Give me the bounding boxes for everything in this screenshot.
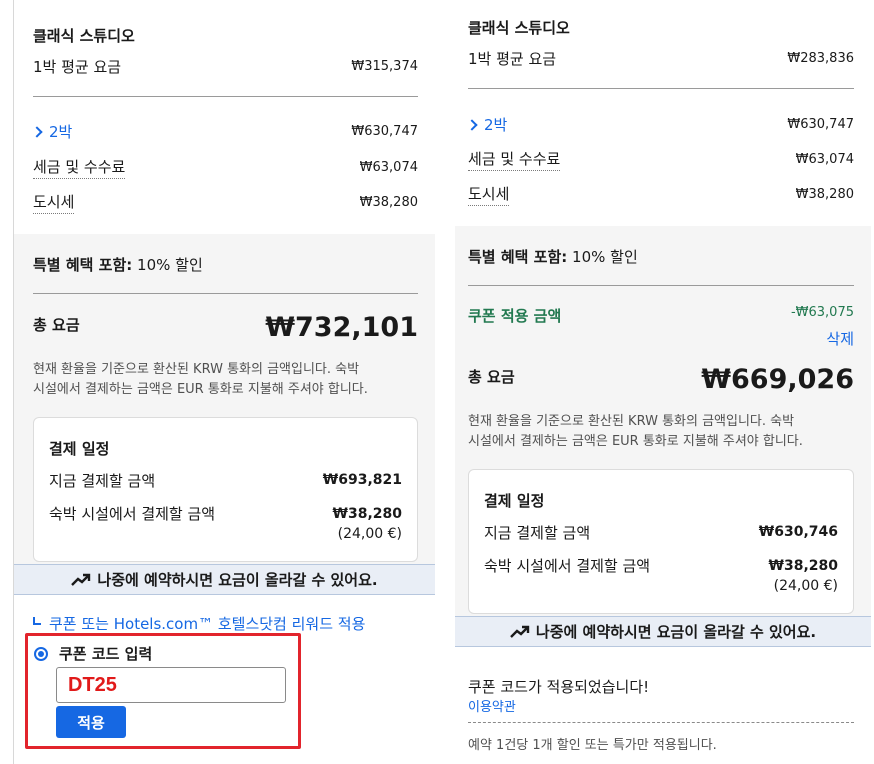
- banner-text: 나중에 예약하시면 요금이 올라갈 수 있어요.: [97, 571, 378, 589]
- pay-property-label: 숙박 시설에서 결제할 금액: [484, 557, 651, 575]
- coupon-success-message: 쿠폰 코드가 적용되었습니다!: [468, 678, 650, 696]
- tax-label[interactable]: 세금 및 수수료: [33, 156, 126, 179]
- room-name: 클래식 스튜디오: [468, 19, 570, 37]
- pay-now-label: 지금 결제할 금액: [49, 472, 156, 490]
- avg-rate-label: 1박 평균 요금: [33, 58, 122, 76]
- city-tax-value: ₩38,280: [795, 187, 854, 202]
- banner-text: 나중에 예약하시면 요금이 올라갈 수 있어요.: [535, 623, 817, 641]
- corner-arrow-icon: [33, 616, 41, 625]
- nights-label: 2박: [484, 116, 508, 134]
- pay-property-eur: (24,00 €): [337, 526, 402, 542]
- price-increase-banner: 나중에 예약하시면 요금이 올라갈 수 있어요.: [14, 564, 435, 595]
- room-name: 클래식 스튜디오: [33, 27, 135, 45]
- coupon-applied-label: 쿠폰 적용 금액: [468, 307, 562, 325]
- tax-label[interactable]: 세금 및 수수료: [468, 148, 561, 171]
- divider: [33, 96, 418, 97]
- special-value: 10% 할인: [137, 256, 203, 274]
- pay-now-value: ₩630,746: [758, 524, 838, 540]
- city-tax-label[interactable]: 도시세: [468, 183, 510, 206]
- special-label: 특별 혜택 포함:: [33, 256, 133, 274]
- pay-property-value: ₩38,280: [768, 558, 838, 574]
- price-summary-before-coupon: 클래식 스튜디오 1박 평균 요금 ₩315,374 2박 ₩630,747 세…: [0, 0, 435, 764]
- total-value: ₩669,026: [701, 364, 854, 395]
- total-label: 총 요금: [468, 368, 515, 386]
- remove-coupon-link[interactable]: 삭제: [826, 328, 854, 349]
- total-row: 총 요금 ₩732,101: [33, 312, 418, 343]
- avg-rate-value: ₩283,836: [787, 51, 854, 66]
- coupon-code-input[interactable]: [56, 667, 286, 703]
- payment-schedule-card: 결제 일정 지금 결제할 금액 ₩630,746 숙박 시설에서 결제할 금액 …: [468, 469, 854, 614]
- coupon-toggle-link[interactable]: 쿠폰 또는 Hotels.com™ 호텔스닷컴 리워드 적용: [33, 613, 365, 634]
- tax-value: ₩63,074: [795, 152, 854, 167]
- avg-rate-value: ₩315,374: [351, 59, 418, 74]
- total-row: 총 요금 ₩669,026: [468, 364, 854, 395]
- price-increase-banner: 나중에 예약하시면 요금이 올라갈 수 있어요.: [455, 616, 871, 647]
- avg-rate-row: 1박 평균 요금 ₩283,836: [468, 48, 854, 69]
- total-label: 총 요금: [33, 316, 80, 334]
- pay-property-eur: (24,00 €): [773, 578, 838, 594]
- divider: [468, 722, 854, 723]
- tax-row: 세금 및 수수료 ₩63,074: [468, 148, 854, 171]
- schedule-title: 결제 일정: [484, 492, 545, 510]
- currency-note: 현재 환율을 기준으로 환산된 KRW 통화의 금액입니다. 숙박 시설에서 결…: [33, 362, 368, 397]
- currency-note: 현재 환율을 기준으로 환산된 KRW 통화의 금액입니다. 숙박 시설에서 결…: [468, 414, 803, 449]
- payment-schedule-card: 결제 일정 지금 결제할 금액 ₩693,821 숙박 시설에서 결제할 금액 …: [33, 417, 418, 562]
- city-tax-label[interactable]: 도시세: [33, 191, 75, 214]
- nights-value: ₩630,747: [787, 117, 854, 132]
- coupon-radio-label: 쿠폰 코드 입력: [59, 645, 153, 663]
- total-value: ₩732,101: [265, 312, 418, 343]
- pay-property-value: ₩38,280: [332, 506, 402, 522]
- city-tax-row: 도시세 ₩38,280: [33, 191, 418, 214]
- pay-now-value: ₩693,821: [322, 472, 402, 488]
- coupon-footnote: 예약 1건당 1개 할인 또는 특가만 적용됩니다.: [468, 738, 717, 753]
- radio-selected-icon[interactable]: [34, 647, 48, 661]
- nights-toggle[interactable]: 2박: [466, 114, 508, 135]
- chevron-right-icon: [31, 126, 43, 138]
- terms-link[interactable]: 이용약관: [468, 696, 516, 715]
- coupon-applied-row: 쿠폰 적용 금액 -₩63,075: [468, 305, 854, 326]
- nights-row: 2박 ₩630,747: [466, 114, 854, 135]
- trending-up-icon: [510, 625, 530, 638]
- divider: [33, 293, 418, 294]
- city-tax-value: ₩38,280: [359, 195, 418, 210]
- special-value: 10% 할인: [572, 248, 638, 266]
- divider: [468, 285, 854, 286]
- nights-toggle[interactable]: 2박: [31, 121, 73, 142]
- special-label: 특별 혜택 포함:: [468, 248, 568, 266]
- special-offer-row: 특별 혜택 포함: 10% 할인: [468, 246, 638, 267]
- pay-now-label: 지금 결제할 금액: [484, 524, 591, 542]
- divider: [468, 88, 854, 89]
- schedule-title: 결제 일정: [49, 440, 110, 458]
- pay-property-label: 숙박 시설에서 결제할 금액: [49, 505, 216, 523]
- avg-rate-row: 1박 평균 요금 ₩315,374: [33, 56, 418, 77]
- chevron-right-icon: [466, 119, 478, 131]
- avg-rate-label: 1박 평균 요금: [468, 50, 557, 68]
- price-summary-after-coupon: 클래식 스튜디오 1박 평균 요금 ₩283,836 2박 ₩630,747 세…: [452, 0, 874, 764]
- tax-value: ₩63,074: [359, 160, 418, 175]
- trending-up-icon: [71, 573, 91, 586]
- nights-value: ₩630,747: [351, 124, 418, 139]
- coupon-applied-value: -₩63,075: [790, 305, 854, 320]
- city-tax-row: 도시세 ₩38,280: [468, 183, 854, 206]
- coupon-link-text: 쿠폰 또는 Hotels.com™ 호텔스닷컴 리워드 적용: [49, 615, 366, 633]
- tax-row: 세금 및 수수료 ₩63,074: [33, 156, 418, 179]
- apply-coupon-button[interactable]: 적용: [56, 706, 126, 738]
- nights-label: 2박: [49, 123, 73, 141]
- nights-row: 2박 ₩630,747: [31, 121, 418, 142]
- special-offer-row: 특별 혜택 포함: 10% 할인: [33, 254, 203, 275]
